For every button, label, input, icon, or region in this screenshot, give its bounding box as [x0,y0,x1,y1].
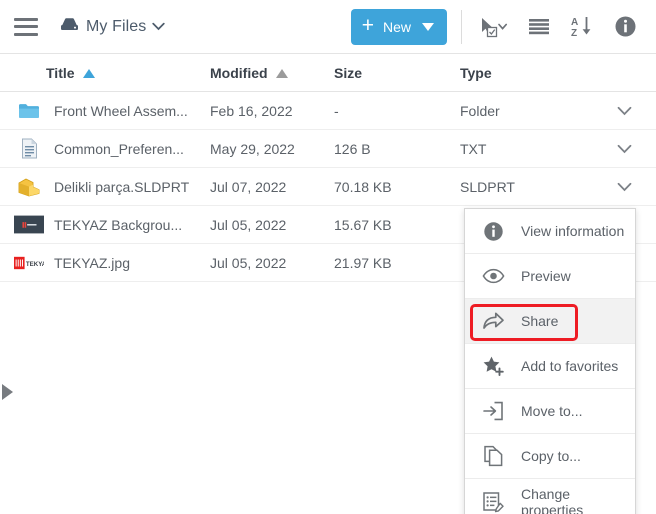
chevron-down-icon[interactable] [152,18,166,36]
table-row[interactable]: Front Wheel Assem... Feb 16, 2022 - Fold… [0,92,656,130]
menu-item-preview[interactable]: Preview [465,254,635,299]
column-header-size[interactable]: Size [334,65,460,81]
list-view-icon[interactable] [522,10,556,44]
cell-modified: Jul 05, 2022 [210,254,287,271]
menu-item-add-to-favorites[interactable]: Add to favorites [465,344,635,389]
breadcrumb-label: My Files [86,17,147,35]
row-actions-chevron-icon[interactable] [617,182,632,192]
cell-type: SLDPRT [460,178,515,195]
cell-modified: Jul 07, 2022 [210,178,287,195]
hamburger-line [14,32,38,36]
eye-icon [479,264,507,288]
cell-modified: May 29, 2022 [210,140,295,157]
expand-panel-triangle-icon[interactable] [2,384,13,400]
select-cursor-icon[interactable] [472,10,514,44]
row-actions-chevron-icon[interactable] [617,106,632,116]
cell-title: Delikli parça.SLDPRT [14,175,210,199]
file-name: TEKYAZ Backgrou... [54,216,183,233]
caret-down-icon [422,22,434,31]
toolbar-divider [461,9,462,44]
menu-item-label: Preview [521,268,571,284]
sort-ascending-icon [275,69,288,78]
column-label: Type [460,64,492,81]
menu-item-label: Copy to... [521,448,581,464]
share-arrow-icon [479,309,507,333]
hamburger-menu-icon[interactable] [14,17,38,36]
hamburger-line [14,17,38,21]
file-browser-app: My Files + New A Z Title Modified Size T… [0,0,656,514]
file-name: Common_Preferen... [54,140,184,157]
menu-item-change-properties[interactable]: Change properties [465,479,635,514]
row-actions-chevron-icon[interactable] [617,144,632,154]
table-row[interactable]: Common_Preferen... May 29, 2022 126 B TX… [0,130,656,168]
cell-size: 70.18 KB [334,178,392,195]
menu-item-label: Change properties [521,485,584,514]
sldprt-icon [14,175,44,199]
menu-item-view-information[interactable]: View information [465,209,635,254]
cell-size: 21.97 KB [334,254,392,271]
cell-title: Common_Preferen... [14,137,210,161]
star-plus-icon [479,354,507,378]
svg-text:Z: Z [571,28,577,39]
cell-modified: Feb 16, 2022 [210,102,293,119]
sort-ascending-icon [82,69,95,78]
menu-item-label: Move to... [521,403,583,419]
column-header-type[interactable]: Type [460,65,580,81]
column-header-title[interactable]: Title [14,65,210,81]
toolbar: My Files + New A Z [0,0,656,54]
tekyaz-logo-icon: TEKYAZ [14,251,44,275]
menu-item-move-to[interactable]: Move to... [465,389,635,434]
menu-item-label: Add to favorites [521,358,619,374]
cell-size: 126 B [334,140,371,157]
copy-to-icon [479,444,507,468]
menu-item-label: Share [521,313,559,329]
file-name: Front Wheel Assem... [54,102,188,119]
breadcrumb[interactable]: My Files [60,17,166,37]
folder-icon [14,99,44,123]
cell-title: TEKYAZ TEKYAZ.jpg [14,251,210,275]
svg-text:A: A [571,17,578,28]
column-label: Modified [210,64,268,81]
new-button[interactable]: + New [350,8,447,45]
info-icon[interactable] [608,10,643,44]
cell-title: TEKYAZ Backgrou... [14,213,210,237]
cell-type: TXT [460,140,487,157]
cell-size: - [334,102,339,119]
column-header-modified[interactable]: Modified [210,65,334,81]
text-file-icon [14,137,44,161]
cell-size: 15.67 KB [334,216,392,233]
column-label: Title [46,64,75,81]
menu-item-share[interactable]: Share [465,299,635,344]
file-name: Delikli parça.SLDPRT [54,178,190,195]
plus-icon: + [361,14,374,37]
image-dark-thumb-icon [14,213,44,237]
sort-az-icon[interactable]: A Z [564,10,600,44]
change-properties-icon [479,490,507,514]
toolbar-actions: + New A Z [350,0,656,53]
cell-type: Folder [460,102,500,119]
svg-text:TEKYAZ: TEKYAZ [26,260,44,267]
cell-title: Front Wheel Assem... [14,99,210,123]
drive-icon [60,17,79,37]
context-menu: View information Preview Share Add to fa… [464,208,636,514]
column-label: Size [334,64,363,81]
menu-item-copy-to[interactable]: Copy to... [465,434,635,479]
file-name: TEKYAZ.jpg [54,254,130,271]
table-row[interactable]: Delikli parça.SLDPRT Jul 07, 2022 70.18 … [0,168,656,206]
info-circle-icon [479,219,507,243]
menu-item-label: View information [521,223,625,239]
move-to-icon [479,399,507,423]
new-button-label: New [382,18,411,35]
table-header-row: Title Modified Size Type [0,54,656,92]
cell-modified: Jul 05, 2022 [210,216,287,233]
hamburger-line [14,25,38,28]
